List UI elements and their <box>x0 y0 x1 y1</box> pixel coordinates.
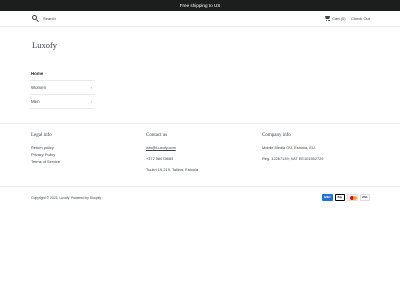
search-icon[interactable] <box>32 15 39 22</box>
chevron-right-icon[interactable]: › <box>91 99 92 104</box>
nav-item-home[interactable]: Home <box>30 67 95 81</box>
search-form[interactable] <box>32 15 103 22</box>
nav-item-label[interactable]: Home <box>31 71 43 76</box>
nav-item-women[interactable]: Women › <box>30 81 95 95</box>
footer-legal: Legal info Return policy Privacy Policy … <box>31 133 60 166</box>
footer-heading: Company info <box>262 133 291 138</box>
cart-link[interactable]: Cart (0) <box>324 16 346 21</box>
payment-icons: AMEX Pay VISA <box>322 194 370 201</box>
search-input[interactable] <box>43 16 103 21</box>
copyright: Copyright © 2023, Luxofy. Powered by Sho… <box>31 196 102 200</box>
mastercard-icon <box>347 194 358 201</box>
company-registration: Reg. 12267139; VAT EE101552729 <box>262 156 324 161</box>
company-name: Mobile Media OÜ, Estonia, EU. <box>262 145 316 150</box>
footer-company: Company info Mobile Media OÜ, Estonia, E… <box>262 133 323 167</box>
visa-icon: VISA <box>359 194 370 201</box>
nav-item-men[interactable]: Men › <box>30 95 95 109</box>
checkout-link[interactable]: Check Out <box>351 16 370 21</box>
phone-number: +372 56078683 <box>146 156 174 161</box>
apple-pay-icon: Pay <box>334 194 345 201</box>
announcement-text: Free shipping to US <box>179 3 221 8</box>
address: Tuukri 19-219, Tallinn, Estonia <box>146 167 199 172</box>
site-logo[interactable]: Luxofy <box>32 40 57 50</box>
chevron-right-icon[interactable]: › <box>91 85 92 90</box>
privacy-policy-link[interactable]: Privacy Policy <box>31 152 60 157</box>
return-policy-link[interactable]: Return policy <box>31 145 60 150</box>
footer-bottom-divider <box>0 186 400 187</box>
nav-item-label[interactable]: Men <box>31 99 40 104</box>
announcement-bar: Free shipping to US <box>0 0 400 11</box>
sidebar-nav: Home Women › Men › <box>30 67 95 109</box>
terms-of-service-link[interactable]: Terms of Service <box>31 159 60 164</box>
footer-heading: Contact us <box>146 133 168 138</box>
cart-label[interactable]: Cart (0) <box>332 16 346 21</box>
footer-divider <box>0 123 400 124</box>
cart-icon[interactable] <box>324 16 330 21</box>
email-link[interactable]: info@Luxofy.com <box>146 145 198 150</box>
footer-heading: Legal info <box>31 133 52 138</box>
amex-icon: AMEX <box>322 194 333 201</box>
site-header: Cart (0) Check Out <box>0 11 400 27</box>
nav-item-label[interactable]: Women <box>31 85 46 90</box>
footer-contact: Contact us info@Luxofy.com +372 56078683… <box>146 133 198 178</box>
